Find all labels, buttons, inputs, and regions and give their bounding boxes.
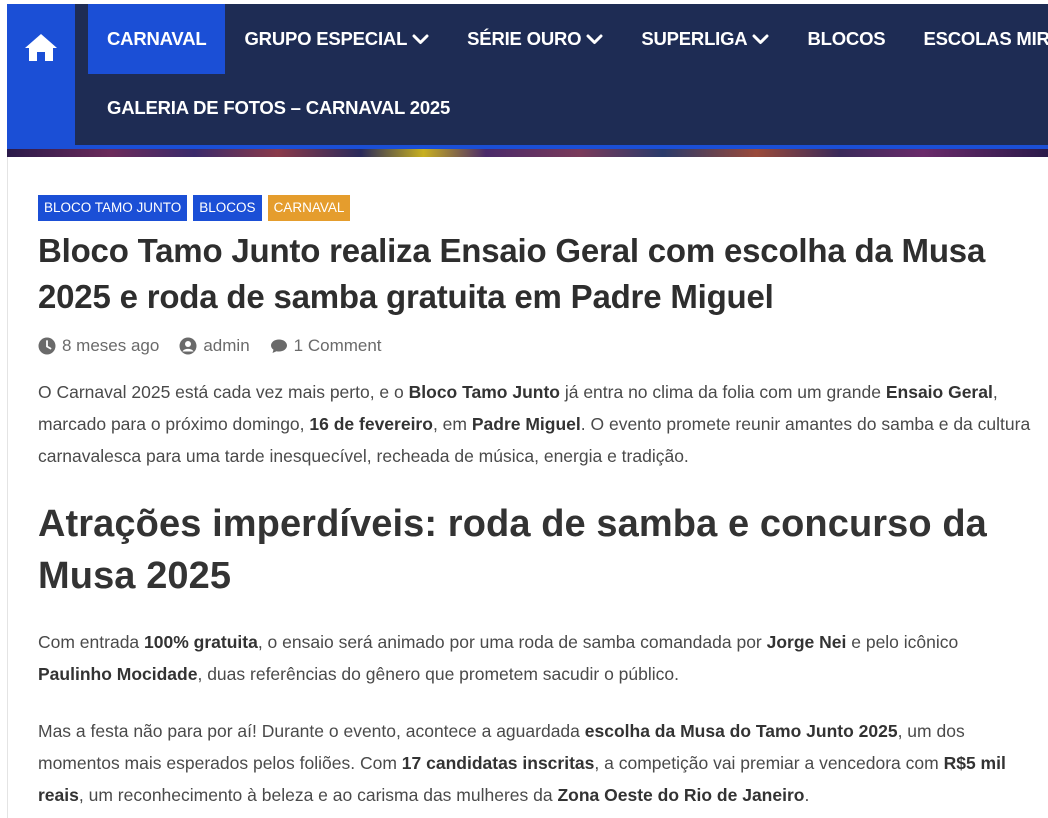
article-paragraph-2: Com entrada 100% gratuita, o ensaio será…	[38, 626, 1033, 690]
nav-item-2[interactable]: SÉRIE OURO	[448, 4, 622, 74]
post-comments-text: 1 Comment	[293, 336, 382, 355]
user-icon	[179, 337, 197, 355]
bold-text: Zona Oeste do Rio de Janeiro	[557, 785, 805, 805]
nav-item-0[interactable]: CARNAVAL	[88, 4, 226, 74]
bold-text: Jorge Nei	[766, 632, 847, 652]
article-subheading: Atrações imperdíveis: roda de samba e co…	[38, 503, 987, 597]
nav-item-label: GRUPO ESPECIAL	[244, 28, 408, 49]
home-button[interactable]	[7, 4, 75, 145]
text-run: e pelo icônico	[846, 632, 959, 652]
nav-item-gallery[interactable]: GALERIA DE FOTOS – CARNAVAL 2025	[88, 74, 469, 142]
chevron-down-icon	[752, 34, 769, 45]
text-run: já entra no clima da folia com um grande	[559, 382, 886, 402]
bold-text: Paulinho Mocidade	[38, 664, 198, 684]
post-date-text: 8 meses ago	[62, 336, 160, 355]
nav-item-label: GALERIA DE FOTOS – CARNAVAL 2025	[107, 97, 451, 118]
bold-text: Bloco Tamo Junto	[408, 382, 560, 402]
post-author-text: admin	[203, 336, 250, 355]
text-run: .	[804, 785, 810, 805]
bold-text: 100% gratuita	[144, 632, 258, 652]
nav-item-4[interactable]: BLOCOS	[788, 4, 904, 74]
text-run: Mas a festa não para por aí! Durante o e…	[38, 721, 585, 741]
nav-item-5[interactable]: ESCOLAS MIRINS	[904, 4, 1048, 74]
nav-item-1[interactable]: GRUPO ESPECIAL	[225, 4, 448, 74]
text-run: , o ensaio será animado por uma roda de …	[257, 632, 767, 652]
category-tag[interactable]: BLOCO TAMO JUNTO	[38, 195, 188, 221]
article-card-border	[7, 157, 8, 818]
post-date[interactable]: 8 meses ago	[38, 336, 159, 356]
bold-text: 17 candidatas inscritas	[401, 753, 595, 773]
chevron-down-icon	[412, 34, 429, 45]
bold-text: 16 de fevereiro	[309, 414, 433, 434]
text-run: Com entrada	[38, 632, 145, 652]
home-icon	[25, 34, 57, 61]
text-run: , um reconhecimento à beleza e ao carism…	[78, 785, 558, 805]
nav-item-label: SUPERLIGA	[641, 28, 748, 49]
nav-item-label: CARNAVAL	[107, 28, 207, 49]
nav-item-label: BLOCOS	[807, 28, 886, 49]
category-tag[interactable]: BLOCOS	[193, 195, 262, 221]
post-comments[interactable]: 1 Comment	[270, 336, 382, 356]
bold-text: Padre Miguel	[471, 414, 581, 434]
nav-item-label: ESCOLAS MIRINS	[923, 28, 1048, 49]
nav-item-3[interactable]: SUPERLIGA	[622, 4, 788, 74]
text-run: , a competição vai premiar a vencedora c…	[594, 753, 944, 773]
text-run: O Carnaval 2025 está cada vez mais perto…	[38, 382, 409, 402]
text-run: , duas referências do gênero que promete…	[197, 664, 680, 684]
clock-icon	[38, 337, 56, 355]
main-navigation: CARNAVAL GRUPO ESPECIAL SÉRIE OURO SUPERLIG…	[7, 4, 1048, 150]
category-tags: BLOCO TAMO JUNTO BLOCOS CARNAVAL	[38, 195, 351, 221]
article-paragraph-3: Mas a festa não para por aí! Durante o e…	[38, 715, 1033, 811]
header-image-strip	[7, 149, 1048, 157]
nav-item-label: SÉRIE OURO	[467, 28, 582, 49]
comment-icon	[270, 339, 287, 353]
category-tag[interactable]: CARNAVAL	[267, 195, 351, 221]
post-author[interactable]: admin	[179, 336, 250, 356]
article-meta: 8 meses ago admin 1 Comment	[38, 334, 402, 358]
chevron-down-icon	[586, 34, 603, 45]
text-run: , em	[432, 414, 472, 434]
article-title: Bloco Tamo Junto realiza Ensaio Geral co…	[38, 232, 986, 315]
bold-text: escolha da Musa do Tamo Junto 2025	[584, 721, 898, 741]
bold-text: Ensaio Geral	[885, 382, 993, 402]
article-paragraph-1: O Carnaval 2025 está cada vez mais perto…	[38, 376, 1033, 472]
nav-menu-row-1: CARNAVAL GRUPO ESPECIAL SÉRIE OURO SUPERLIG…	[88, 4, 1048, 74]
nav-menu-row-2: GALERIA DE FOTOS – CARNAVAL 2025	[88, 74, 469, 142]
